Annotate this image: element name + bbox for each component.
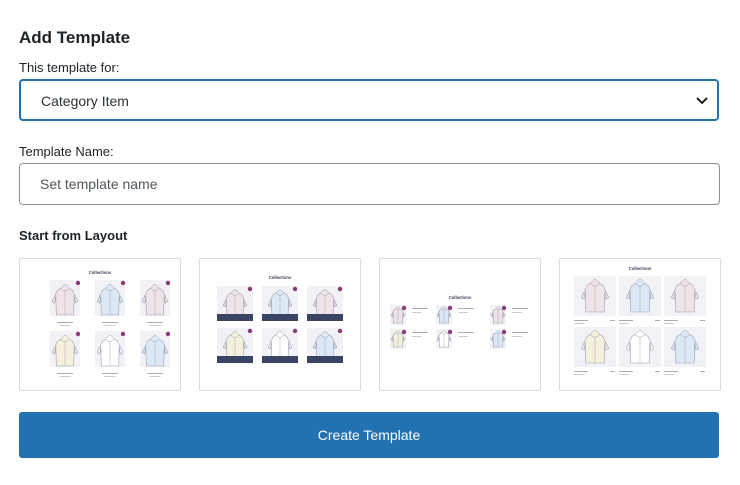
title-band xyxy=(307,356,343,363)
layout-card-3[interactable]: Collections xyxy=(379,258,541,391)
layout-thumbnail: Collections xyxy=(50,270,171,377)
chevron-down-icon xyxy=(696,97,708,105)
badge-dot xyxy=(247,286,253,292)
badge-dot xyxy=(75,331,81,337)
layout-thumbnail: Collections xyxy=(574,266,706,375)
template-name-label: Template Name: xyxy=(19,144,114,159)
template-for-value: Category Item xyxy=(41,93,129,109)
badge-dot xyxy=(120,280,126,286)
badge-dot xyxy=(337,328,343,334)
title-band xyxy=(217,356,253,363)
template-name-field xyxy=(19,163,720,205)
template-name-input[interactable] xyxy=(20,164,719,204)
title-band xyxy=(307,314,343,321)
badge-dot xyxy=(165,331,171,337)
badge-dot xyxy=(247,328,253,334)
badge-dot xyxy=(337,286,343,292)
badge-dot xyxy=(401,305,407,311)
title-band xyxy=(262,314,298,321)
title-band xyxy=(262,356,298,363)
layout-card-4[interactable]: Collections xyxy=(559,258,721,391)
badge-dot xyxy=(401,329,407,335)
layout-heading: Collections xyxy=(269,275,292,280)
badge-dot xyxy=(120,331,126,337)
layout-card-2[interactable]: Collections xyxy=(199,258,361,391)
badge-dot xyxy=(292,328,298,334)
layout-heading: Collections xyxy=(89,270,112,275)
layout-heading: Collections xyxy=(449,295,472,300)
badge-dot xyxy=(165,280,171,286)
layout-card-1[interactable]: Collections xyxy=(19,258,181,391)
title-band xyxy=(217,314,253,321)
badge-dot xyxy=(447,329,453,335)
badge-dot xyxy=(75,280,81,286)
badge-dot xyxy=(292,286,298,292)
page-title: Add Template xyxy=(19,28,131,47)
badge-dot xyxy=(447,305,453,311)
template-for-select[interactable]: Category Item xyxy=(19,79,719,121)
layout-thumbnail: Collections xyxy=(217,275,343,363)
layout-section-label: Start from Layout xyxy=(19,228,128,243)
badge-dot xyxy=(501,329,507,335)
template-for-label: This template for: xyxy=(19,60,120,75)
layout-heading: Collections xyxy=(629,266,652,271)
badge-dot xyxy=(501,305,507,311)
layout-thumbnail: Collections xyxy=(390,295,528,349)
create-template-button[interactable]: Create Template xyxy=(19,412,719,458)
